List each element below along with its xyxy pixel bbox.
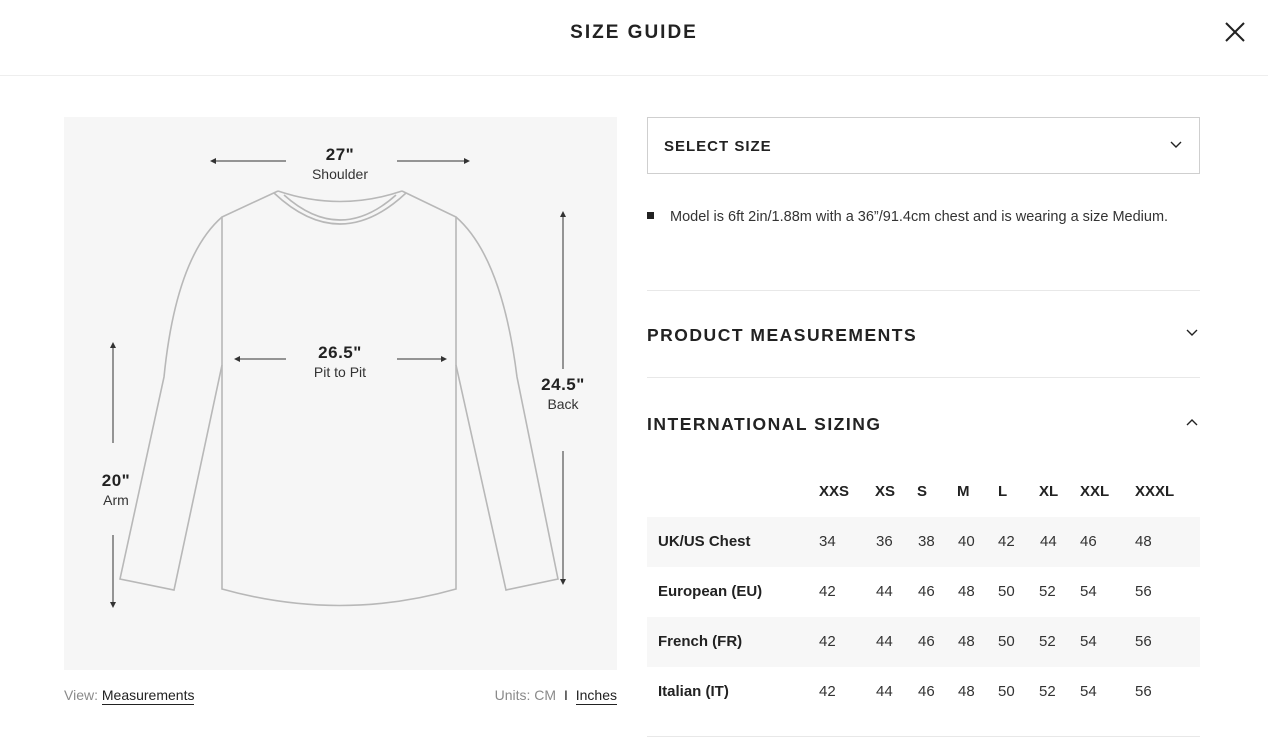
table-cell: 44 bbox=[876, 683, 893, 700]
table-cell: 52 bbox=[1039, 683, 1056, 700]
view-measurements-link[interactable]: Measurements bbox=[101, 687, 195, 705]
shoulder-label: Shoulder bbox=[311, 166, 369, 182]
chevron-down-icon bbox=[1170, 141, 1182, 148]
table-cell: 50 bbox=[998, 683, 1015, 700]
table-header-row: XXS XS S M L XL XXL XXXL bbox=[647, 467, 1200, 517]
chevron-down-icon bbox=[1186, 329, 1198, 336]
table-cell: 44 bbox=[1040, 533, 1057, 550]
back-label: Back bbox=[547, 396, 579, 412]
table-cell: 46 bbox=[918, 683, 935, 700]
pit-value: 26.5" bbox=[318, 343, 362, 362]
row-label: French (FR) bbox=[658, 633, 743, 650]
modal-header: SIZE GUIDE bbox=[0, 0, 1268, 76]
table-cell: 42 bbox=[998, 533, 1015, 550]
table-cell: 52 bbox=[1039, 583, 1056, 600]
table-cell: 34 bbox=[819, 533, 836, 550]
table-cell: 46 bbox=[918, 583, 935, 600]
table-cell: 54 bbox=[1080, 583, 1097, 600]
size-header: L bbox=[998, 483, 1008, 500]
close-icon bbox=[1225, 22, 1245, 42]
divider bbox=[647, 377, 1200, 378]
table-cell: 56 bbox=[1135, 683, 1152, 700]
pit-measurement: 26.5" Pit to Pit bbox=[290, 343, 390, 381]
back-value: 24.5" bbox=[541, 375, 585, 394]
table-cell: 48 bbox=[958, 633, 975, 650]
table-cell: 48 bbox=[958, 583, 975, 600]
table-cell: 36 bbox=[876, 533, 893, 550]
table-cell: 50 bbox=[998, 583, 1015, 600]
table-cell: 56 bbox=[1135, 583, 1152, 600]
row-label: UK/US Chest bbox=[658, 533, 751, 550]
units-label: Units: bbox=[494, 687, 531, 703]
arm-measurement: 20" Arm bbox=[86, 471, 146, 509]
view-toggle: View: Measurements bbox=[64, 687, 195, 705]
table-cell: 52 bbox=[1039, 633, 1056, 650]
divider bbox=[647, 290, 1200, 291]
size-header: XS bbox=[875, 483, 896, 500]
accordion-international-sizing[interactable]: INTERNATIONAL SIZING bbox=[647, 404, 1200, 444]
bullet-icon bbox=[647, 212, 654, 219]
table-cell: 42 bbox=[819, 583, 836, 600]
accordion-product-measurements[interactable]: PRODUCT MEASUREMENTS bbox=[647, 315, 1200, 355]
table-cell: 44 bbox=[876, 583, 893, 600]
table-cell: 42 bbox=[819, 633, 836, 650]
table-cell: 48 bbox=[958, 683, 975, 700]
view-label: View: bbox=[64, 687, 98, 703]
accordion-product-measurements-label: PRODUCT MEASUREMENTS bbox=[647, 325, 918, 345]
units-toggle: Units: CM I Inches bbox=[494, 687, 617, 705]
accordion-international-sizing-label: INTERNATIONAL SIZING bbox=[647, 414, 882, 434]
size-header: XXXL bbox=[1135, 483, 1175, 500]
divider bbox=[647, 736, 1200, 737]
table-cell: 54 bbox=[1080, 633, 1097, 650]
table-cell: 38 bbox=[918, 533, 935, 550]
international-size-table: XXS XS S M L XL XXL XXXL UK/US Chest 34 … bbox=[647, 467, 1200, 717]
table-cell: 46 bbox=[918, 633, 935, 650]
shoulder-measurement: 27" Shoulder bbox=[290, 145, 390, 183]
model-note-text: Model is 6ft 2in/1.88m with a 36”/91.4cm… bbox=[670, 209, 1169, 225]
model-note: Model is 6ft 2in/1.88m with a 36”/91.4cm… bbox=[647, 206, 1200, 228]
table-cell: 44 bbox=[876, 633, 893, 650]
back-measurement: 24.5" Back bbox=[528, 375, 598, 413]
unit-separator: I bbox=[563, 687, 568, 703]
table-row: European (EU) 42 44 46 48 50 52 54 56 bbox=[647, 567, 1200, 617]
page-title: SIZE GUIDE bbox=[570, 22, 698, 43]
table-row: Italian (IT) 42 44 46 48 50 52 54 56 bbox=[647, 667, 1200, 717]
size-header: S bbox=[917, 483, 928, 500]
measurement-diagram: 27" Shoulder 26.5" Pit to Pit 24.5" Back… bbox=[64, 117, 617, 670]
arm-label: Arm bbox=[103, 492, 129, 508]
chevron-up-icon bbox=[1186, 419, 1198, 426]
size-select-label: SELECT SIZE bbox=[664, 138, 772, 155]
unit-cm-link[interactable]: CM bbox=[534, 687, 556, 703]
shoulder-value: 27" bbox=[325, 145, 355, 164]
size-header: M bbox=[957, 483, 970, 500]
close-button[interactable] bbox=[1221, 18, 1249, 46]
pit-label: Pit to Pit bbox=[313, 364, 367, 380]
table-cell: 40 bbox=[958, 533, 975, 550]
table-cell: 50 bbox=[998, 633, 1015, 650]
table-row: French (FR) 42 44 46 48 50 52 54 56 bbox=[647, 617, 1200, 667]
size-header: XXL bbox=[1080, 483, 1110, 500]
unit-inches-link[interactable]: Inches bbox=[575, 687, 617, 705]
size-select[interactable]: SELECT SIZE bbox=[647, 117, 1200, 174]
row-label: Italian (IT) bbox=[658, 683, 729, 700]
table-cell: 46 bbox=[1080, 533, 1097, 550]
size-header: XL bbox=[1039, 483, 1059, 500]
size-header: XXS bbox=[819, 483, 850, 500]
table-row: UK/US Chest 34 36 38 40 42 44 46 48 bbox=[647, 517, 1200, 567]
arm-value: 20" bbox=[101, 471, 131, 490]
table-cell: 48 bbox=[1135, 533, 1152, 550]
row-label: European (EU) bbox=[658, 583, 763, 600]
table-cell: 54 bbox=[1080, 683, 1097, 700]
table-cell: 42 bbox=[819, 683, 836, 700]
table-cell: 56 bbox=[1135, 633, 1152, 650]
